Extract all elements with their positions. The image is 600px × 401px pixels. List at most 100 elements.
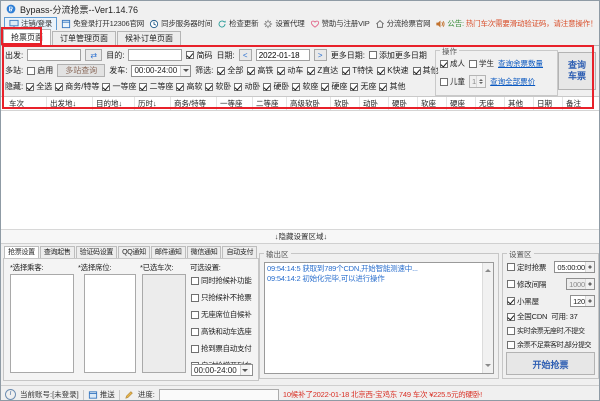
query-tickets-label: 查询车票 xyxy=(567,60,587,82)
swap-stations-button[interactable]: ⇄ xyxy=(85,49,102,61)
checkbox-adult[interactable]: 成人 xyxy=(440,58,465,69)
column-header[interactable]: 日期 xyxy=(534,97,563,110)
column-header[interactable]: 二等座 xyxy=(253,97,287,110)
column-header[interactable]: 商务/特等 xyxy=(171,97,217,110)
spinner-arrows-icon[interactable] xyxy=(585,279,594,289)
scrollbar[interactable] xyxy=(482,263,493,373)
spinner-arrows-icon[interactable] xyxy=(585,262,594,272)
start-grabbing-button[interactable]: 开始抢票 xyxy=(506,352,595,375)
checkbox-box xyxy=(176,83,184,91)
checkbox-national-cdn[interactable]: 全国CDN xyxy=(507,311,547,322)
checkbox-second-class[interactable]: 二等座 xyxy=(139,81,173,92)
refresh-icon xyxy=(217,19,227,29)
prev-date-button[interactable]: < xyxy=(239,49,252,61)
checkbox-auto-pay-on-success[interactable]: 抢到票自动支付 xyxy=(191,343,251,354)
passenger-listbox[interactable] xyxy=(10,274,74,373)
trains-label: *已选车次: xyxy=(140,262,173,273)
blackroom-input[interactable]: 120 xyxy=(570,295,595,307)
official-site-button[interactable]: 分流抢票官网 xyxy=(374,18,432,30)
checkbox-soft-sleeper[interactable]: 软卧 xyxy=(205,81,231,92)
checkbox-child[interactable]: 儿童 xyxy=(440,76,465,87)
checkbox-K-train[interactable]: K快速 xyxy=(377,65,408,76)
checkbox-simple-code[interactable]: 简码 xyxy=(186,50,212,61)
column-header[interactable]: 历时↓ xyxy=(135,97,171,110)
spinner-arrows-icon[interactable] xyxy=(476,76,485,87)
next-date-button[interactable]: > xyxy=(314,49,327,61)
query-all-prices-link[interactable]: 查询全部票价 xyxy=(490,76,535,87)
query-tickets-button[interactable]: 查询车票 xyxy=(558,52,596,90)
grab-time-range-select[interactable]: 00:00-24:00 xyxy=(191,364,253,376)
checkbox-D-train[interactable]: 动车 xyxy=(277,65,303,76)
interval-input[interactable]: 1000 xyxy=(566,278,595,290)
column-header[interactable]: 硬座 xyxy=(447,97,476,110)
checkbox-enable-multi[interactable]: 启用 xyxy=(27,65,53,76)
column-header[interactable]: 车次 xyxy=(1,97,47,110)
checkbox-no-standing-submit[interactable]: 实时余票无座时,不提交 xyxy=(507,326,585,336)
from-input[interactable] xyxy=(27,49,81,61)
query-remaining-link[interactable]: 查询余票数量 xyxy=(498,58,543,69)
sync-server-time-button[interactable]: 同步服务器时间 xyxy=(148,18,213,30)
window-icon xyxy=(61,19,71,29)
checkbox-soft-seat[interactable]: 软座 xyxy=(292,81,318,92)
checkbox-motor-sleeper[interactable]: 动卧 xyxy=(234,81,260,92)
column-header[interactable]: 高级软卧 xyxy=(287,97,331,110)
checkbox-standing-auto-waitlist[interactable]: 无座席位自候补 xyxy=(191,309,251,320)
checkbox-blackroom[interactable]: 小黑屋 xyxy=(507,296,539,307)
collapse-settings-bar[interactable]: ↓隐藏设置区域↓ xyxy=(1,229,600,244)
checkbox-modify-interval[interactable]: 修改间隔 xyxy=(507,279,546,290)
checkbox-G-train[interactable]: 高铁 xyxy=(247,65,273,76)
checkbox-partial-submit[interactable]: 余票不足乘客时,部分提交 xyxy=(507,340,591,350)
checkbox-grab-waitlist-too[interactable]: 同时抢候补功能 xyxy=(191,275,251,286)
toolbar-item-label: 设置代理 xyxy=(275,18,304,29)
checkbox-box xyxy=(369,51,377,59)
push-button[interactable]: 推送 xyxy=(88,389,115,400)
checkbox-hard-sleeper[interactable]: 硬卧 xyxy=(263,81,289,92)
tab-order-management[interactable]: 订单管理页面 xyxy=(52,31,116,45)
depart-time-label: 发车: xyxy=(109,65,127,76)
column-header[interactable]: 其他 xyxy=(505,97,534,110)
checkbox-student[interactable]: 学生 xyxy=(469,58,494,69)
checkbox-label: 硬卧 xyxy=(273,81,289,92)
seat-listbox[interactable] xyxy=(84,274,136,373)
checkbox-add-more-dates[interactable]: 添加更多日期 xyxy=(369,50,427,61)
checkbox-waitlist-only[interactable]: 只抢候补不抢票 xyxy=(191,292,251,303)
to-input[interactable] xyxy=(128,49,182,61)
set-proxy-button[interactable]: 设置代理 xyxy=(262,18,305,30)
checkbox-premium-soft[interactable]: 高软 xyxy=(176,81,202,92)
checkbox-select-all[interactable]: 全选 xyxy=(26,81,52,92)
checkbox-gd-seat-selection[interactable]: 高铁和动车选座 xyxy=(191,326,251,337)
column-header[interactable]: 目的地↓ xyxy=(93,97,135,110)
checkbox-first-class[interactable]: 一等座 xyxy=(102,81,136,92)
open-12306-button[interactable]: 免登录打开12306官网 xyxy=(60,18,145,30)
checkbox-all[interactable]: 全部 xyxy=(217,65,243,76)
column-header[interactable]: 一等座 xyxy=(217,97,253,110)
column-header[interactable]: 出发地↓ xyxy=(47,97,93,110)
app-window: Bypass-分流抢票--Ver1.14.76 注销/登录 免登录打开12306… xyxy=(0,0,600,401)
selected-trains-listbox[interactable] xyxy=(142,274,186,373)
column-header[interactable]: 硬卧 xyxy=(389,97,418,110)
column-header[interactable]: 软座 xyxy=(418,97,447,110)
tab-waitlist-orders[interactable]: 候补订单页面 xyxy=(117,31,181,45)
column-header[interactable]: 无座 xyxy=(476,97,505,110)
checkbox-T-train[interactable]: T特快 xyxy=(342,65,373,76)
tab-grab-page[interactable]: 抢票页面 xyxy=(3,29,51,45)
checkbox-timed-grab[interactable]: 定时抢票 xyxy=(507,262,546,273)
column-header[interactable]: 动卧 xyxy=(360,97,389,110)
checkbox-standing[interactable]: 无座 xyxy=(350,81,376,92)
checkbox-label: 学生 xyxy=(479,58,494,69)
child-count-spinner[interactable]: 1 xyxy=(469,75,486,88)
column-header[interactable]: 备注 xyxy=(563,97,591,110)
checkbox-other-seat[interactable]: 其他 xyxy=(379,81,405,92)
checkbox-business[interactable]: 商务/特等 xyxy=(55,81,99,92)
check-update-button[interactable]: 检查更新 xyxy=(216,18,259,30)
sponsor-vip-button[interactable]: 赞助与注册VIP xyxy=(309,18,371,30)
output-log[interactable]: 09:54:14:5 获取到789个CDN,开始智能测速中...09:54:14… xyxy=(264,262,494,374)
multi-station-query-button[interactable]: 多站查询 xyxy=(57,64,105,77)
timed-grab-time-input[interactable]: 05:00:00 xyxy=(554,261,595,273)
date-input[interactable] xyxy=(256,49,310,61)
checkbox-Z-train[interactable]: Z直达 xyxy=(307,65,338,76)
depart-time-select[interactable]: 00:00-24:00 xyxy=(131,65,191,77)
spinner-arrows-icon[interactable] xyxy=(585,296,594,306)
column-header[interactable]: 软卧 xyxy=(331,97,360,110)
checkbox-hard-seat[interactable]: 硬座 xyxy=(321,81,347,92)
